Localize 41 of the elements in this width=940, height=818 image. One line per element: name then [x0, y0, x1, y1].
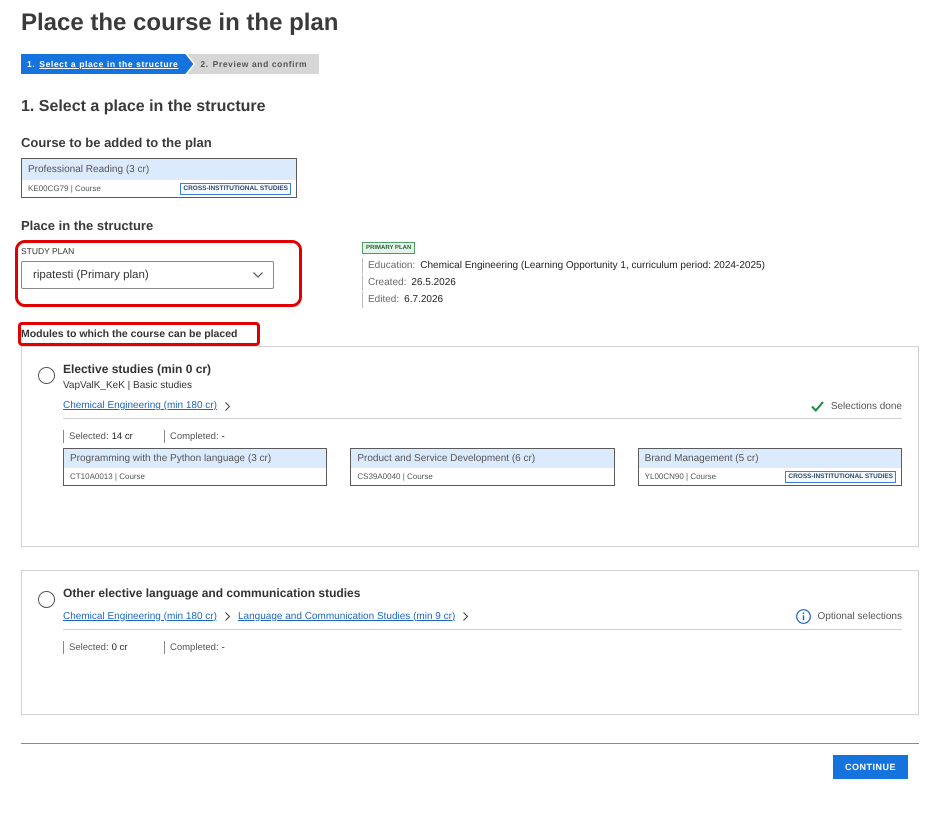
course-meta: KE00CG79 | Course [28, 184, 101, 193]
step-tab[interactable]: 1. Select a place in the structure [21, 54, 194, 74]
field-label: STUDY PLAN [21, 245, 76, 257]
chevron-right-icon [224, 402, 230, 410]
credit-stat: Completed: - [164, 641, 265, 654]
check-icon [810, 400, 824, 412]
radio-button[interactable] [38, 591, 55, 608]
continue-button[interactable]: CONTINUE [833, 755, 908, 779]
section-heading: Modules to which the course can be placed [21, 327, 238, 342]
credit-stat: Completed: - [164, 430, 265, 443]
study-plan-select[interactable]: ripatesti (Primary plan) [21, 261, 274, 289]
radio-button[interactable] [38, 367, 55, 384]
plan-info-row: Education: Chemical Engineering (Learning Opportunity 1, curriculum period: 2024-2025) [362, 258, 765, 274]
course-name: Programming with the Python language (3 cr) [64, 449, 326, 468]
module-title: Other elective language and communication studies [63, 585, 362, 601]
breadcrumb-link[interactable]: Chemical Engineering (min 180 cr) [63, 399, 217, 413]
breadcrumb-link[interactable]: Language and Communication Studies (min 9 cr) [238, 610, 456, 624]
section-heading: Course to be added to the plan [21, 134, 213, 152]
module-title: Elective studies (min 0 cr) [63, 361, 212, 377]
chevron-right-icon [463, 612, 468, 621]
credit-stat: Selected: 14 cr [63, 430, 164, 443]
step-tab[interactable]: 2. Preview and confirm [187, 54, 320, 74]
course-meta: CS39A0040 | Course [357, 472, 433, 481]
module-subtitle: VapValK_KeK | Basic studies [63, 379, 193, 393]
plan-info-row: Edited: 6.7.2026 [362, 292, 444, 308]
status-text: Selections done [830, 400, 902, 412]
info-icon [796, 609, 810, 624]
status-text: Optional selections [818, 611, 902, 622]
course-name: Brand Management (5 cr) [638, 449, 901, 468]
page-title: Place the course in the plan [21, 8, 340, 38]
credit-stat: Selected: 0 cr [63, 641, 164, 654]
section-heading: Place in the structure [21, 217, 154, 235]
plan-info-row: Created: 26.5.2026 [362, 275, 456, 291]
section-title: 1. Select a place in the structure [21, 97, 267, 117]
course-meta: CT10A0013 | Course [70, 472, 146, 481]
course-name: Professional Reading (3 cr) [22, 159, 296, 180]
course-meta: YL00CN90 | Course [644, 472, 716, 481]
breadcrumb-link[interactable]: Chemical Engineering (min 180 cr) [63, 610, 217, 624]
course-name: Product and Service Development (6 cr) [351, 449, 614, 468]
chevron-down-icon [253, 272, 263, 278]
chevron-right-icon [224, 612, 230, 621]
